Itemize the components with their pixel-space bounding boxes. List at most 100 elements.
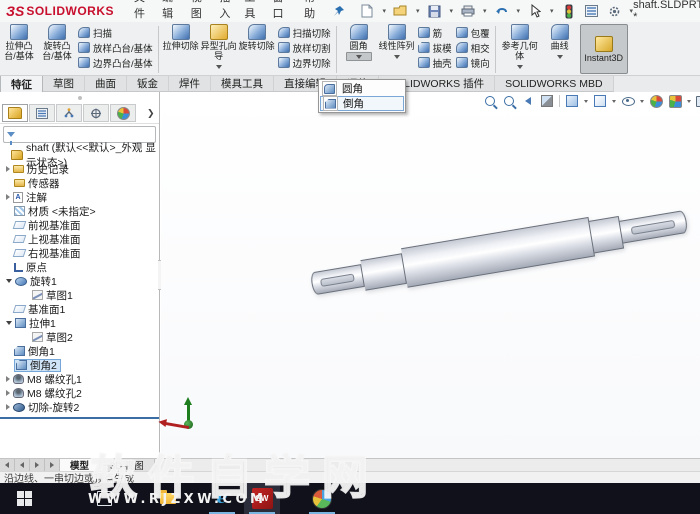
tab-sheet-metal[interactable]: 钣金 (127, 76, 169, 92)
print-icon[interactable] (460, 3, 476, 19)
loft-boss-button[interactable]: 放样凸台/基体 (78, 40, 153, 55)
instant3d-button-active[interactable]: Instant3D (579, 24, 628, 74)
tree-item-plane1[interactable]: 基准面1 (0, 302, 159, 316)
pinned-app-button[interactable] (304, 483, 340, 514)
tab-surfaces[interactable]: 曲面 (85, 76, 127, 92)
select-dropdown-arrow-icon[interactable]: ▾ (550, 7, 554, 15)
zoom-fit-icon[interactable] (483, 94, 497, 108)
undo-icon[interactable] (494, 3, 510, 19)
featuremanager-tree-tab[interactable] (2, 104, 28, 122)
hide-show-dropdown-icon[interactable] (640, 99, 644, 103)
apply-scene-dropdown-icon[interactable] (687, 99, 691, 103)
tree-item-chamfer1[interactable]: 倒角1 (0, 344, 159, 358)
task-view-button[interactable] (86, 483, 122, 514)
tree-item-m8-hole1[interactable]: M8 螺纹孔1 (0, 372, 159, 386)
expand-arrow-icon[interactable] (6, 194, 10, 200)
expand-arrow-icon[interactable] (6, 166, 10, 172)
panel-tabs-expand-icon[interactable]: ❯ (147, 108, 157, 119)
mirror-button[interactable]: 镜向 (455, 55, 490, 70)
propertymanager-tab[interactable] (29, 104, 55, 122)
settings-gear-icon[interactable] (607, 3, 623, 19)
revolved-cut-button[interactable]: 旋转切除 (239, 24, 275, 51)
collapse-arrow-icon[interactable] (6, 321, 12, 325)
dimxpertmanager-tab[interactable] (83, 104, 109, 122)
tree-item-sketch2[interactable]: 草图2 (0, 330, 159, 344)
boundary-boss-button[interactable]: 边界凸台/基体 (78, 55, 153, 70)
wrap-button[interactable]: 包覆 (455, 25, 490, 40)
start-button[interactable] (2, 483, 46, 514)
expand-arrow-icon[interactable] (6, 404, 10, 410)
tree-item-m8-hole2[interactable]: M8 螺纹孔2 (0, 386, 159, 400)
hole-wizard-button[interactable]: 异型孔向导 (201, 24, 237, 71)
revolved-boss-button[interactable]: 旋转凸台/基体 (39, 24, 75, 61)
collapse-arrow-icon[interactable] (6, 279, 12, 283)
tab-features[interactable]: 特征 (0, 76, 43, 92)
apply-scene-icon[interactable] (668, 94, 682, 108)
display-style-icon[interactable] (593, 94, 607, 108)
fillet-dropdown-pressed[interactable] (345, 52, 372, 61)
display-style-dropdown-icon[interactable] (612, 99, 616, 103)
file-explorer-button[interactable] (150, 483, 186, 514)
tab-weldments[interactable]: 焊件 (169, 76, 211, 92)
reference-geometry-dropdown[interactable] (507, 62, 533, 71)
section-view-icon[interactable] (540, 94, 554, 108)
tree-item-annotations[interactable]: A 注解 (0, 190, 159, 204)
sweep-button[interactable]: 扫描 (78, 25, 153, 40)
hide-show-items-icon[interactable] (621, 94, 635, 108)
tree-item-extrude1[interactable]: 拉伸1 (0, 316, 159, 330)
displaymanager-tab[interactable] (110, 104, 136, 122)
tree-item-chamfer2-selected[interactable]: 倒角2 (0, 358, 159, 372)
expand-arrow-icon[interactable] (6, 390, 10, 396)
open-dropdown-arrow-icon[interactable]: ▾ (416, 7, 420, 15)
lofted-cut-button[interactable]: 放样切割 (277, 40, 331, 55)
draft-button[interactable]: 拔模 (417, 40, 452, 55)
swept-cut-button[interactable]: 扫描切除 (277, 25, 331, 40)
rebuild-traffic-light-icon[interactable] (561, 3, 577, 19)
extruded-boss-button[interactable]: 拉伸凸台/基体 (1, 24, 37, 61)
rollback-bar[interactable] (0, 417, 159, 419)
tree-item-cut-revolve2[interactable]: 切除-旋转2 (0, 400, 159, 414)
save-icon[interactable] (426, 3, 442, 19)
boundary-cut-button[interactable]: 边界切除 (277, 55, 331, 70)
view-orientation-dropdown-icon[interactable] (584, 99, 588, 103)
tree-item-material[interactable]: 材质 <未指定> (0, 204, 159, 218)
tree-item-sketch1[interactable]: 草图1 (0, 288, 159, 302)
tree-item-sensors[interactable]: 传感器 (0, 176, 159, 190)
tab-solidworks-mbd[interactable]: SOLIDWORKS MBD (495, 76, 614, 92)
previous-view-icon[interactable] (521, 94, 535, 108)
curves-button[interactable]: 曲线 (542, 24, 578, 61)
curves-dropdown[interactable] (547, 52, 573, 61)
linear-pattern-button[interactable]: 线性阵列 (379, 24, 415, 61)
tree-item-right-plane[interactable]: 右视基准面 (0, 246, 159, 260)
tree-item-top-plane[interactable]: 上视基准面 (0, 232, 159, 246)
select-arrow-icon[interactable] (527, 3, 543, 19)
view-settings-icon[interactable] (696, 94, 700, 108)
hole-wizard-dropdown[interactable] (206, 62, 232, 71)
undo-dropdown-arrow-icon[interactable]: ▾ (517, 7, 521, 15)
linear-pattern-dropdown[interactable] (384, 52, 410, 61)
edge-browser-button[interactable]: e (204, 483, 240, 514)
print-dropdown-arrow-icon[interactable]: ▾ (483, 7, 487, 15)
menu-item-fillet[interactable]: 圆角 (320, 81, 404, 96)
new-document-icon[interactable] (359, 3, 375, 19)
open-icon[interactable] (393, 3, 409, 19)
pin-menu-icon[interactable] (333, 5, 345, 17)
tree-root[interactable]: shaft (默认<<默认>_外观 显示状态>) (0, 142, 159, 169)
tab-sketch[interactable]: 草图 (43, 76, 85, 92)
view-orientation-icon[interactable] (565, 94, 579, 108)
shaft-3d-model[interactable] (304, 173, 697, 331)
graphics-viewport[interactable] (161, 92, 700, 458)
extruded-cut-button[interactable]: 拉伸切除 (163, 24, 199, 51)
menu-item-chamfer-highlighted[interactable]: 倒角 (320, 96, 404, 111)
tab-mold-tools[interactable]: 模具工具 (211, 76, 274, 92)
tree-item-origin[interactable]: 原点 (0, 260, 159, 274)
solidworks-taskbar-button[interactable]: SW (244, 483, 280, 514)
reference-geometry-button[interactable]: 参考几何体 (500, 24, 540, 71)
edit-appearance-icon[interactable] (649, 94, 663, 108)
panel-splitter-handle[interactable] (0, 92, 159, 103)
save-dropdown-arrow-icon[interactable]: ▾ (449, 7, 453, 15)
shell-button[interactable]: 抽壳 (417, 55, 452, 70)
tree-item-revolve1[interactable]: 旋转1 (0, 274, 159, 288)
zoom-area-icon[interactable] (502, 94, 516, 108)
intersect-button[interactable]: 相交 (455, 40, 490, 55)
